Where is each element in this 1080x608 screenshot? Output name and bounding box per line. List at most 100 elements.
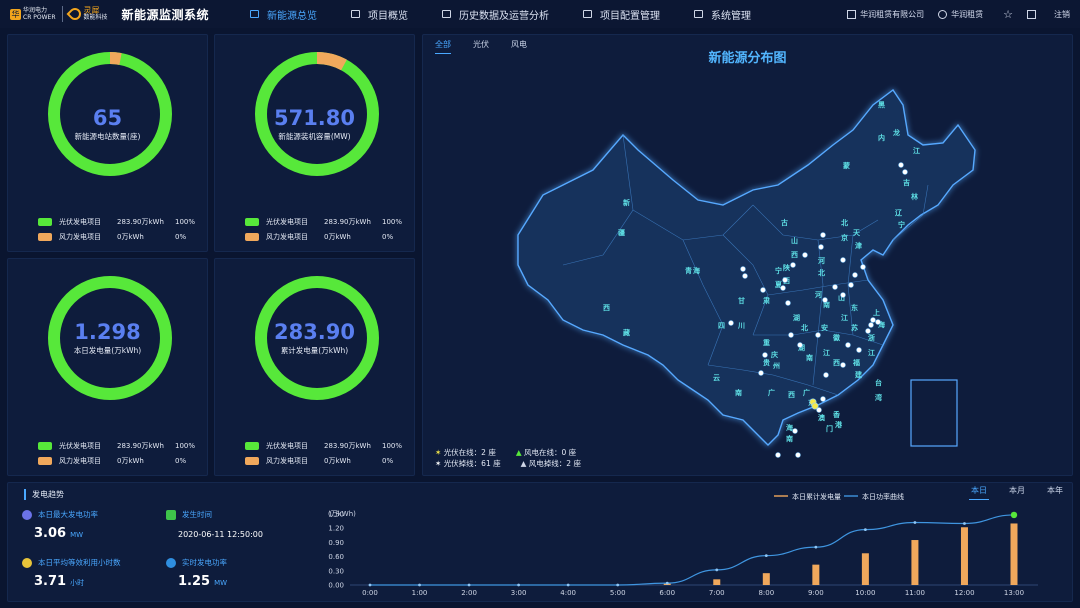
province-label: 徽	[832, 333, 841, 342]
province-label: 北	[818, 268, 825, 277]
province-label: 浙	[868, 333, 875, 342]
kpi-panel-total-generation: 283.90 累计发电量(万kWh) 光伏发电项目 283.90万kWh 100% …	[214, 258, 415, 476]
station-marker[interactable]	[760, 287, 766, 293]
line-point	[764, 554, 768, 558]
kpi-value: 1.298	[74, 320, 141, 344]
province-label: 重	[763, 338, 770, 347]
line-point	[566, 583, 570, 587]
top-bar: 华 华润电力 CR POWER 灵犀 数能科技 新能源监测系统 新能源总览 项目…	[0, 0, 1080, 28]
y-tick-label: 0.00	[328, 582, 344, 590]
logo-divider	[61, 6, 63, 22]
favorite-button[interactable]: ☆	[1003, 8, 1013, 21]
company-selector[interactable]: 华润租赁有限公司	[847, 9, 924, 20]
station-marker[interactable]	[845, 342, 851, 348]
station-marker[interactable]	[840, 362, 846, 368]
kpi-label: 新能源电站数量(座)	[74, 132, 141, 141]
x-tick-label: 6:00	[659, 589, 675, 597]
province-label: 津	[855, 241, 862, 250]
y-tick-label: 1.20	[328, 525, 344, 533]
building-icon	[847, 9, 857, 19]
station-marker[interactable]	[875, 319, 881, 325]
station-marker[interactable]	[762, 352, 768, 358]
dashboard: 华 华润电力 CR POWER 灵犀 数能科技 新能源监测系统 新能源总览 项目…	[0, 0, 1080, 608]
kpi-label: 新能源装机容量(MW)	[278, 132, 351, 141]
nav-item-config[interactable]: 项目配置管理	[583, 0, 660, 28]
logout-button[interactable]: 注销	[1054, 9, 1070, 20]
station-marker[interactable]	[822, 297, 828, 303]
province-label: 河	[818, 256, 825, 265]
station-marker[interactable]	[840, 257, 846, 263]
generation-bar	[762, 573, 770, 585]
station-marker[interactable]	[865, 328, 871, 334]
province-label: 天	[853, 229, 861, 237]
kpi-label: 累计发电量(万kWh)	[280, 346, 349, 355]
station-marker[interactable]	[758, 370, 764, 376]
solar-offline-marker-icon: ✶	[435, 459, 442, 468]
station-marker[interactable]	[728, 320, 734, 326]
station-marker[interactable]	[740, 266, 746, 272]
system-icon	[694, 10, 703, 18]
station-marker[interactable]	[832, 284, 838, 290]
user-menu[interactable]: 华润租赁	[938, 9, 983, 20]
station-marker[interactable]	[790, 262, 796, 268]
station-marker[interactable]	[818, 244, 824, 250]
station-marker[interactable]	[870, 317, 876, 323]
line-point	[814, 545, 818, 549]
province-label: 林	[911, 192, 919, 201]
station-marker[interactable]	[820, 396, 826, 402]
station-marker[interactable]	[795, 452, 801, 458]
station-marker[interactable]	[792, 428, 798, 434]
x-tick-label: 2:00	[461, 589, 477, 597]
legend-wind-row: 风力发电项目 0万kWh 0%	[245, 232, 393, 242]
province-label: 港	[835, 420, 843, 429]
province-label: 蒙	[843, 161, 850, 170]
station-marker[interactable]	[815, 332, 821, 338]
station-marker[interactable]	[856, 347, 862, 353]
station-marker[interactable]	[802, 252, 808, 258]
station-marker[interactable]	[848, 282, 854, 288]
station-marker[interactable]	[780, 285, 786, 291]
lingxi-logo-icon	[66, 5, 83, 23]
station-marker[interactable]	[852, 272, 858, 278]
province-label: 云	[713, 374, 720, 382]
station-marker[interactable]	[775, 452, 781, 458]
station-marker[interactable]	[785, 300, 791, 306]
china-outline	[517, 88, 976, 446]
fullscreen-icon	[1027, 9, 1036, 19]
station-marker[interactable]	[902, 169, 908, 175]
station-marker[interactable]	[868, 322, 874, 328]
station-marker[interactable]	[860, 264, 866, 270]
clock-icon	[22, 557, 32, 568]
province-label: 西	[603, 304, 610, 312]
y-tick-label: 0.90	[328, 539, 344, 547]
province-label: 内	[878, 133, 885, 142]
calendar-icon	[166, 509, 176, 520]
wind-offline-marker-icon: ▲	[520, 459, 527, 468]
station-marker[interactable]	[840, 292, 846, 298]
province-label: 南	[735, 388, 742, 397]
station-marker[interactable]	[788, 332, 794, 338]
station-marker[interactable]	[898, 162, 904, 168]
metric-avg-hours: 本日平均等效利用小时数 3.71 小时	[22, 557, 121, 589]
station-marker[interactable]	[797, 342, 803, 348]
metric-realtime-power: 实时发电功率 1.25 MW	[166, 557, 227, 589]
line-point	[616, 583, 620, 587]
generation-bar	[713, 579, 721, 585]
line-point	[665, 581, 669, 585]
line-point	[1010, 511, 1018, 519]
fullscreen-button[interactable]	[1027, 9, 1040, 19]
solar-online-marker-icon: ✶	[435, 448, 442, 457]
nav-item-overview[interactable]: 新能源总览	[250, 0, 317, 28]
station-marker[interactable]	[782, 277, 788, 283]
nav-item-system[interactable]: 系统管理	[694, 0, 751, 28]
station-marker[interactable]	[742, 273, 748, 279]
legend-solar-offline: ✶ 光伏掉线：61 座	[435, 459, 501, 468]
china-map[interactable]: 黑龙江吉林内蒙古辽宁新疆西藏青海甘肃宁夏山西陕西河北北京天津山东河南四川重庆湖北…	[423, 35, 1074, 477]
nav-item-history[interactable]: 历史数据及运营分析	[442, 0, 549, 28]
station-marker[interactable]	[816, 407, 822, 413]
province-label: 甘	[738, 296, 745, 305]
province-label: 广	[803, 388, 810, 397]
station-marker[interactable]	[820, 232, 826, 238]
station-marker[interactable]	[823, 372, 829, 378]
nav-item-projects[interactable]: 项目概览	[351, 0, 408, 28]
